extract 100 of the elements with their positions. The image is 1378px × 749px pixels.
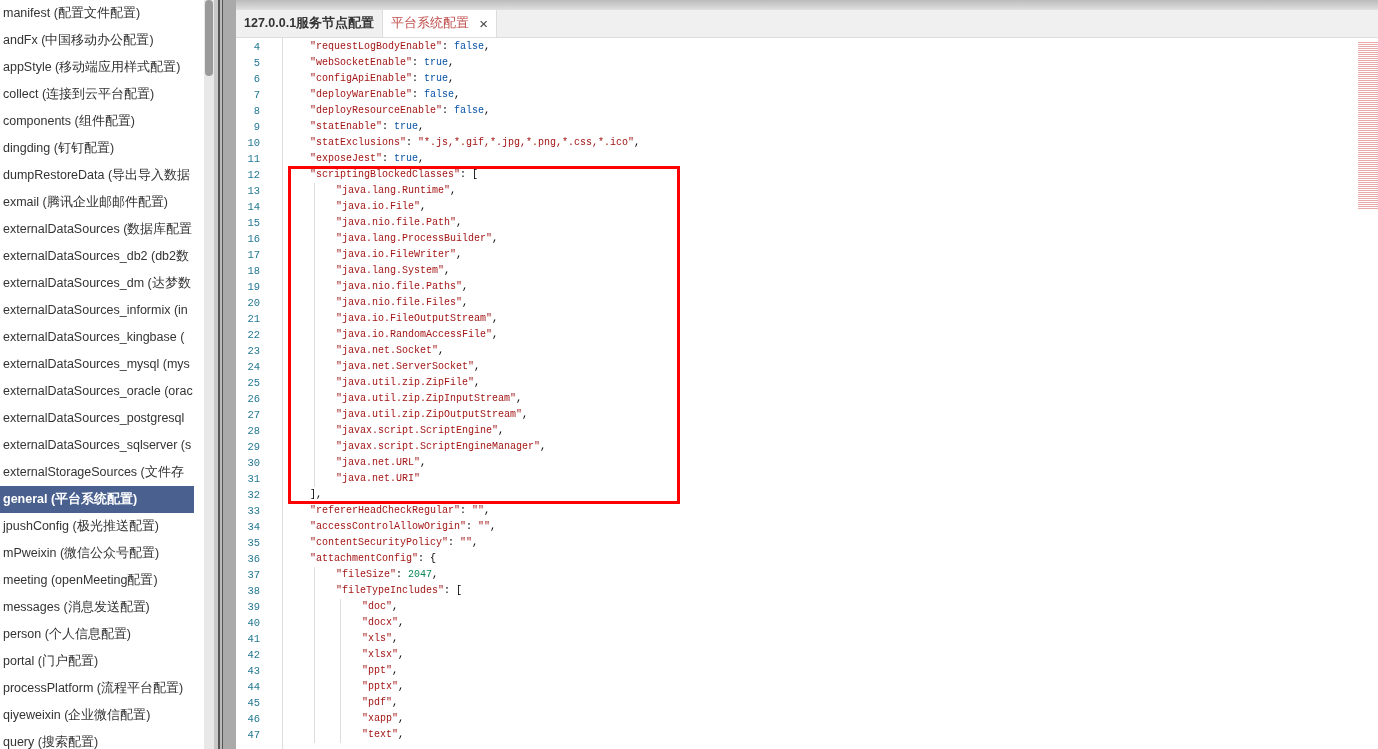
sidebar-item[interactable]: manifest (配置文件配置) — [0, 0, 194, 27]
sidebar-item[interactable]: components (组件配置) — [0, 108, 194, 135]
sidebar-item[interactable]: externalDataSources (数据库配置 — [0, 216, 194, 243]
line-number: 5 — [252, 56, 260, 71]
line-number: 8 — [252, 104, 260, 119]
sidebar-item[interactable]: externalDataSources_mysql (mys — [0, 351, 194, 378]
sidebar-item[interactable]: andFx (中国移动办公配置) — [0, 27, 194, 54]
line-number: 38 — [246, 584, 260, 599]
sidebar-item[interactable]: dumpRestoreData (导出导入数据 — [0, 162, 194, 189]
line-number: 24 — [246, 360, 260, 375]
line-number: 13 — [246, 184, 260, 199]
code-line: "pptx", — [361, 680, 405, 694]
line-number: 43 — [246, 664, 260, 679]
line-number: 21 — [246, 312, 260, 327]
code-line: "exposeJest": true, — [309, 152, 425, 166]
code-line: "java.util.zip.ZipFile", — [335, 376, 481, 390]
code-line: "ppt", — [361, 664, 399, 678]
line-number: 10 — [246, 136, 260, 151]
code-line: "java.io.FileWriter", — [335, 248, 463, 262]
code-line: "javax.script.ScriptEngineManager", — [335, 440, 547, 454]
sidebar-item[interactable]: externalDataSources_oracle (orac — [0, 378, 194, 405]
code-line: "doc", — [361, 600, 399, 614]
sidebar-item[interactable]: portal (门户配置) — [0, 648, 194, 675]
line-number: 33 — [246, 504, 260, 519]
line-number: 40 — [246, 616, 260, 631]
code-line: "docx", — [361, 616, 405, 630]
line-number: 26 — [246, 392, 260, 407]
sidebar-item[interactable]: meeting (openMeeting配置) — [0, 567, 194, 594]
code-line: "java.net.ServerSocket", — [335, 360, 481, 374]
line-number: 23 — [246, 344, 260, 359]
code-line: "fileSize": 2047, — [335, 568, 439, 582]
line-number: 6 — [252, 72, 260, 87]
sidebar-item[interactable]: externalDataSources_dm (达梦数 — [0, 270, 194, 297]
code-line: "pdf", — [361, 696, 399, 710]
code-line: "refererHeadCheckRegular": "", — [309, 504, 491, 518]
code-line: "java.lang.System", — [335, 264, 451, 278]
sidebar-item[interactable]: dingding (钉钉配置) — [0, 135, 194, 162]
code-line: "contentSecurityPolicy": "", — [309, 536, 479, 550]
line-number: 18 — [246, 264, 260, 279]
code-line: "requestLogBodyEnable": false, — [309, 40, 491, 54]
line-number: 46 — [246, 712, 260, 727]
sidebar-item[interactable]: externalStorageSources (文件存 — [0, 459, 194, 486]
code-line: "java.nio.file.Path", — [335, 216, 463, 230]
line-number: 19 — [246, 280, 260, 295]
sidebar-item[interactable]: collect (连接到云平台配置) — [0, 81, 194, 108]
sidebar-item[interactable]: externalDataSources_informix (in — [0, 297, 194, 324]
code-line: "java.lang.Runtime", — [335, 184, 457, 198]
code-line: "attachmentConfig": { — [309, 552, 437, 566]
sidebar-item[interactable]: externalDataSources_kingbase ( — [0, 324, 194, 351]
line-number: 7 — [252, 88, 260, 103]
line-number: 20 — [246, 296, 260, 311]
splitter[interactable] — [214, 0, 236, 749]
line-number: 35 — [246, 536, 260, 551]
code-line: "java.nio.file.Paths", — [335, 280, 469, 294]
sidebar-item[interactable]: jpushConfig (极光推送配置) — [0, 513, 194, 540]
line-number: 42 — [246, 648, 260, 663]
close-icon[interactable]: × — [479, 15, 488, 32]
sidebar-item[interactable]: mPweixin (微信公众号配置) — [0, 540, 194, 567]
code-line: "deployWarEnable": false, — [309, 88, 461, 102]
line-number: 41 — [246, 632, 260, 647]
sidebar-item[interactable]: externalDataSources_db2 (db2数 — [0, 243, 194, 270]
line-number: 11 — [246, 152, 260, 167]
code-line: "xapp", — [361, 712, 405, 726]
code-line: "java.net.URL", — [335, 456, 427, 470]
code-line: "java.io.File", — [335, 200, 427, 214]
code-line: "javax.script.ScriptEngine", — [335, 424, 505, 438]
code-line: "statExclusions": "*.js,*.gif,*.jpg,*.png,*.css,*.ico", — [309, 136, 641, 150]
line-number: 27 — [246, 408, 260, 423]
code-line: "xlsx", — [361, 648, 405, 662]
sidebar-item[interactable]: messages (消息发送配置) — [0, 594, 194, 621]
sidebar-item[interactable]: externalDataSources_sqlserver (s — [0, 432, 194, 459]
scrollbar[interactable] — [204, 0, 214, 749]
line-number: 9 — [252, 120, 260, 135]
sidebar-item[interactable]: appStyle (移动端应用样式配置) — [0, 54, 194, 81]
line-number: 15 — [246, 216, 260, 231]
minimap-drawing[interactable] — [1358, 42, 1378, 210]
line-number: 4 — [252, 40, 260, 55]
line-number: 28 — [246, 424, 260, 439]
tab[interactable]: 平台系统配置 × — [383, 10, 497, 37]
line-number: 30 — [246, 456, 260, 471]
code-line: ], — [309, 488, 322, 502]
code-line: "java.lang.ProcessBuilder", — [335, 232, 499, 246]
sidebar-item[interactable]: processPlatform (流程平台配置) — [0, 675, 194, 702]
line-number: 45 — [246, 696, 260, 711]
code-line: "fileTypeIncludes": [ — [335, 584, 463, 598]
sidebar-item[interactable]: general (平台系统配置) — [0, 486, 194, 513]
line-number: 22 — [246, 328, 260, 343]
line-number: 44 — [246, 680, 260, 695]
sidebar-item[interactable]: externalDataSources_postgresql — [0, 405, 194, 432]
scrollbar-thumb[interactable] — [205, 0, 213, 76]
code-line: "java.io.RandomAccessFile", — [335, 328, 499, 342]
line-number: 16 — [246, 232, 260, 247]
sidebar-item[interactable]: query (搜索配置) — [0, 729, 194, 749]
sidebar-item[interactable]: qiyeweixin (企业微信配置) — [0, 702, 194, 729]
code-line: "configApiEnable": true, — [309, 72, 455, 86]
sidebar-item[interactable]: person (个人信息配置) — [0, 621, 194, 648]
line-number: 25 — [246, 376, 260, 391]
sidebar-item[interactable]: exmail (腾讯企业邮邮件配置) — [0, 189, 194, 216]
line-number: 17 — [246, 248, 260, 263]
code-line: "statEnable": true, — [309, 120, 425, 134]
